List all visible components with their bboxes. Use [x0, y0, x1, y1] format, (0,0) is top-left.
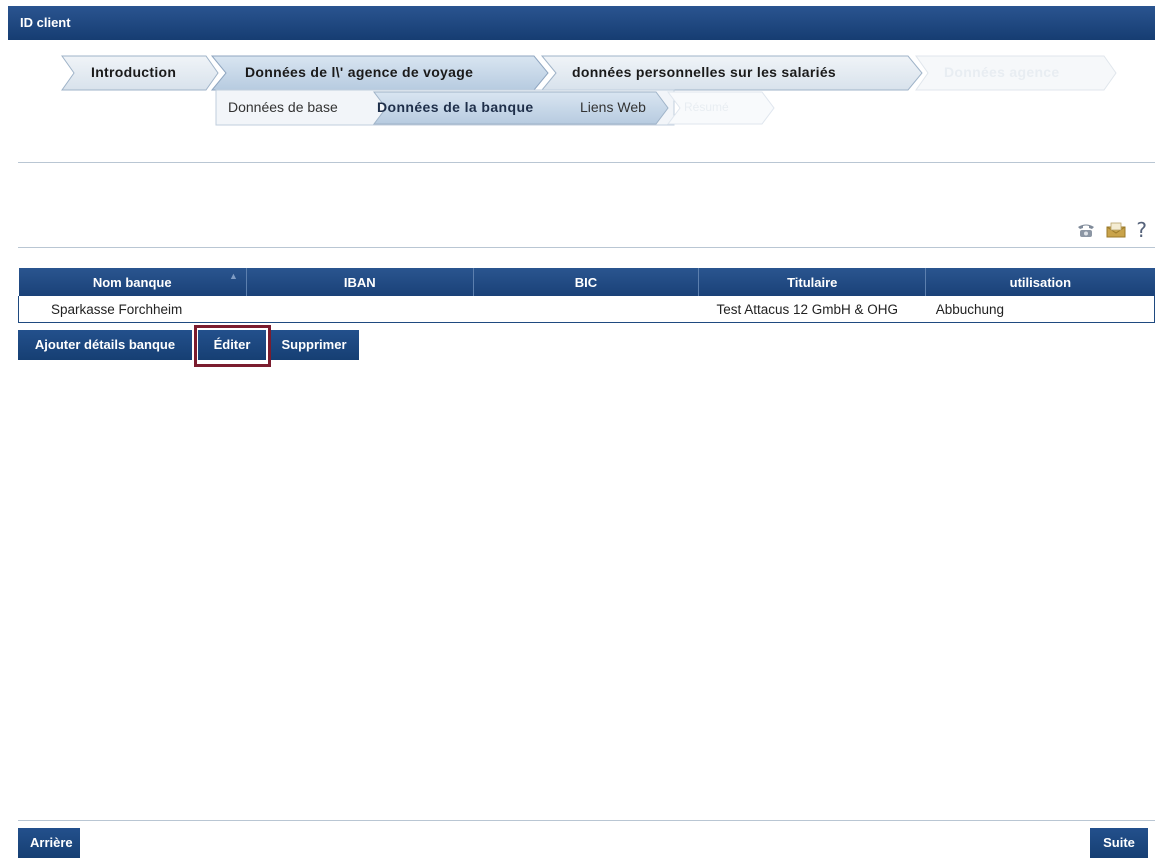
cell-bic	[473, 296, 699, 323]
phone-icon[interactable]	[1076, 222, 1096, 238]
column-header-titulaire[interactable]: Titulaire	[698, 268, 927, 296]
column-header-iban[interactable]: IBAN	[246, 268, 474, 296]
next-button[interactable]: Suite	[1090, 828, 1148, 858]
substep-donnees-base[interactable]: Données de base	[228, 99, 338, 115]
edit-highlight-box	[194, 325, 271, 367]
help-icon[interactable]: ?	[1136, 220, 1147, 240]
wizard-steps: Introduction Données de l\' agence de vo…	[0, 0, 1155, 130]
cell-utilisation: Abbuchung	[925, 296, 1155, 323]
sort-asc-icon: ▲	[228, 271, 238, 281]
cell-nom-banque: Sparkasse Forchheim	[18, 296, 247, 323]
add-bank-button[interactable]: Ajouter détails banque	[18, 330, 192, 360]
toolbar-icons: ?	[1076, 218, 1147, 242]
substep-resume: Résumé	[684, 100, 729, 114]
table-header-row: Nom banque ▲ IBAN BIC Titulaire utilisati…	[18, 268, 1155, 296]
column-header-utilisation[interactable]: utilisation	[925, 268, 1155, 296]
divider-top	[18, 162, 1155, 163]
step-agence-voyage[interactable]: Données de l\' agence de voyage	[245, 64, 473, 80]
back-button[interactable]: Arrière	[18, 828, 80, 858]
step-introduction[interactable]: Introduction	[91, 64, 176, 80]
column-header-nom-banque[interactable]: Nom banque ▲	[18, 268, 247, 296]
mail-icon[interactable]	[1106, 222, 1126, 238]
substep-liens-web[interactable]: Liens Web	[580, 99, 646, 115]
delete-button[interactable]: Supprimer	[269, 330, 359, 360]
bank-table: Nom banque ▲ IBAN BIC Titulaire utilisati…	[18, 268, 1155, 323]
table-row[interactable]: Sparkasse Forchheim Test Attacus 12 GmbH…	[18, 296, 1155, 323]
substep-donnees-banque[interactable]: Données de la banque	[377, 99, 534, 115]
step-donnees-agence: Données agence	[944, 64, 1060, 80]
cell-titulaire: Test Attacus 12 GmbH & OHG	[698, 296, 926, 323]
divider-bottom	[18, 820, 1155, 821]
step-salaries[interactable]: données personnelles sur les salariés	[572, 64, 836, 80]
cell-iban	[246, 296, 474, 323]
divider-table	[18, 247, 1155, 248]
column-header-bic[interactable]: BIC	[473, 268, 700, 296]
